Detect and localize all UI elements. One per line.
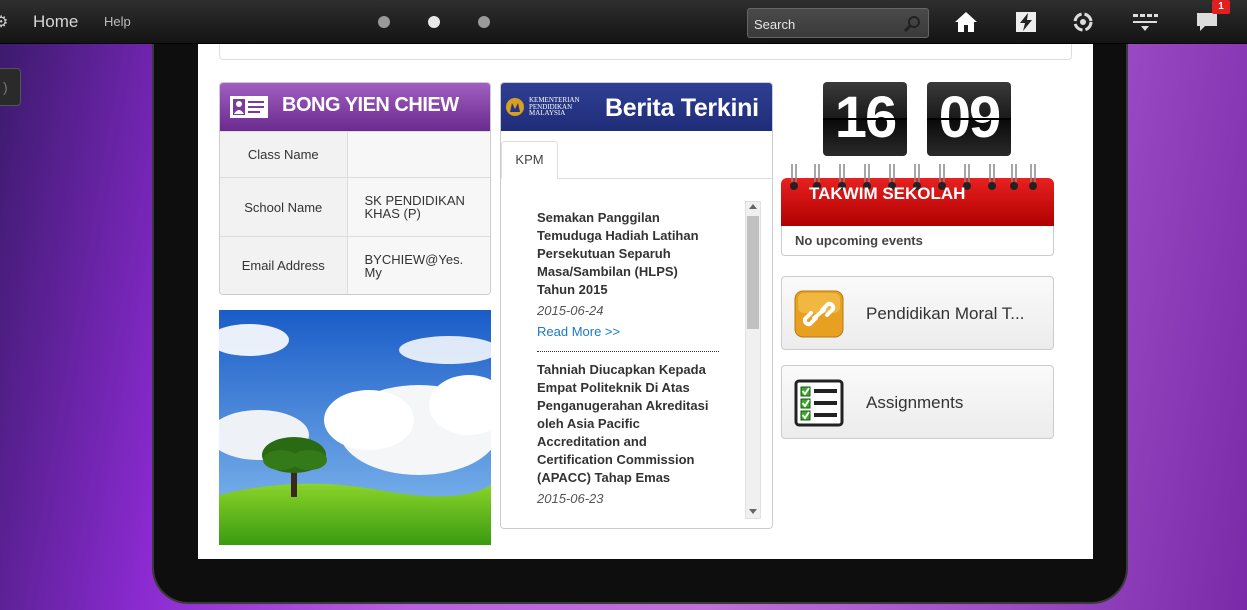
flip-divider bbox=[823, 118, 907, 120]
news-tabs: KPM bbox=[501, 141, 772, 179]
help-link[interactable]: Help bbox=[104, 14, 131, 29]
notification-badge[interactable]: 1 bbox=[1212, 0, 1230, 14]
tile-pendidikan-moral[interactable]: Pendidikan Moral T... bbox=[781, 276, 1054, 350]
page-dot-1[interactable] bbox=[378, 16, 390, 28]
read-more-link[interactable]: Read More >> bbox=[537, 324, 719, 339]
apps-menu-icon[interactable] bbox=[1132, 10, 1158, 34]
scroll-down-arrow-icon[interactable] bbox=[749, 509, 757, 514]
flash-icon[interactable] bbox=[1013, 10, 1039, 34]
class-name-label: Class Name bbox=[220, 131, 348, 178]
news-item-date: 2015-06-23 bbox=[537, 491, 604, 506]
email-value: BYCHIEW@Yes.My bbox=[347, 236, 490, 294]
news-title: Berita Terkini bbox=[605, 94, 759, 122]
search-box bbox=[747, 8, 929, 38]
scroll-up-arrow-icon[interactable] bbox=[749, 204, 757, 209]
table-row: Class Name bbox=[220, 131, 490, 178]
list-item: Semakan Panggilan Temuduga Hadiah Latiha… bbox=[537, 209, 719, 339]
no-events-text: No upcoming events bbox=[795, 233, 923, 248]
news-item-title[interactable]: Semakan Panggilan Temuduga Hadiah Latiha… bbox=[537, 209, 719, 299]
page-dot-2[interactable] bbox=[428, 16, 440, 28]
list-item: Tahniah Diucapkan Kepada Empat Politekni… bbox=[537, 361, 719, 506]
ministry-logo-icon bbox=[506, 98, 524, 116]
news-scrollbar[interactable] bbox=[745, 201, 761, 519]
scroll-thumb[interactable] bbox=[747, 216, 759, 329]
school-name-label: School Name bbox=[220, 177, 348, 237]
page-dot-3[interactable] bbox=[478, 16, 490, 28]
home-link[interactable]: Home bbox=[33, 12, 78, 32]
checklist-icon bbox=[794, 379, 844, 427]
email-label: Email Address bbox=[220, 236, 348, 294]
clock-minutes: 09 bbox=[927, 82, 1011, 156]
student-name: BONG YIEN CHIEW bbox=[282, 94, 459, 116]
tile-label: Pendidikan Moral T... bbox=[866, 304, 1025, 323]
link-icon bbox=[794, 290, 844, 338]
news-item-title[interactable]: Tahniah Diucapkan Kepada Empat Politekni… bbox=[537, 361, 719, 487]
profile-details: Class Name School Name SK PENDIDIKAN KHA… bbox=[220, 131, 490, 294]
news-card: KEMENTERIAN PENDIDIKAN MALAYSIA Berita T… bbox=[500, 82, 773, 529]
ministry-logo-text: KEMENTERIAN PENDIDIKAN MALAYSIA bbox=[529, 96, 580, 117]
tile-label: Assignments bbox=[866, 393, 964, 412]
news-header: KEMENTERIAN PENDIDIKAN MALAYSIA Berita T… bbox=[501, 83, 772, 131]
flip-divider bbox=[927, 118, 1011, 120]
side-panel-handle[interactable]: ) bbox=[0, 68, 21, 106]
top-bar: ⚙ Home Help 1 bbox=[0, 0, 1247, 44]
home-icon[interactable] bbox=[953, 10, 979, 34]
clock-hours: 16 bbox=[823, 82, 907, 156]
school-calendar: TAKWIM SEKOLAH No upcoming events bbox=[781, 162, 1054, 256]
profile-header: BONG YIEN CHIEW bbox=[220, 83, 490, 131]
school-name-value: SK PENDIDIKAN KHAS (P) bbox=[347, 177, 490, 237]
top-panel-edge bbox=[219, 44, 1072, 60]
search-input[interactable] bbox=[754, 15, 904, 33]
news-item-date: 2015-06-24 bbox=[537, 303, 604, 318]
tile-assignments[interactable]: Assignments bbox=[781, 365, 1054, 439]
sync-icon[interactable] bbox=[1070, 10, 1096, 34]
divider bbox=[537, 351, 719, 352]
id-card-icon bbox=[230, 96, 268, 118]
table-row: School Name SK PENDIDIKAN KHAS (P) bbox=[220, 177, 490, 237]
search-icon[interactable] bbox=[902, 14, 922, 34]
calendar-body: No upcoming events bbox=[781, 226, 1054, 256]
table-row: Email Address BYCHIEW@Yes.My bbox=[220, 236, 490, 294]
gear-icon[interactable]: ⚙ bbox=[0, 12, 8, 31]
class-name-value bbox=[347, 131, 490, 178]
news-list: Semakan Panggilan Temuduga Hadiah Latiha… bbox=[537, 209, 719, 506]
calendar-title: TAKWIM SEKOLAH bbox=[809, 184, 966, 203]
landscape-image bbox=[219, 310, 491, 545]
profile-card: BONG YIEN CHIEW Class Name School Name S… bbox=[219, 82, 491, 295]
tab-kpm[interactable]: KPM bbox=[501, 141, 558, 179]
